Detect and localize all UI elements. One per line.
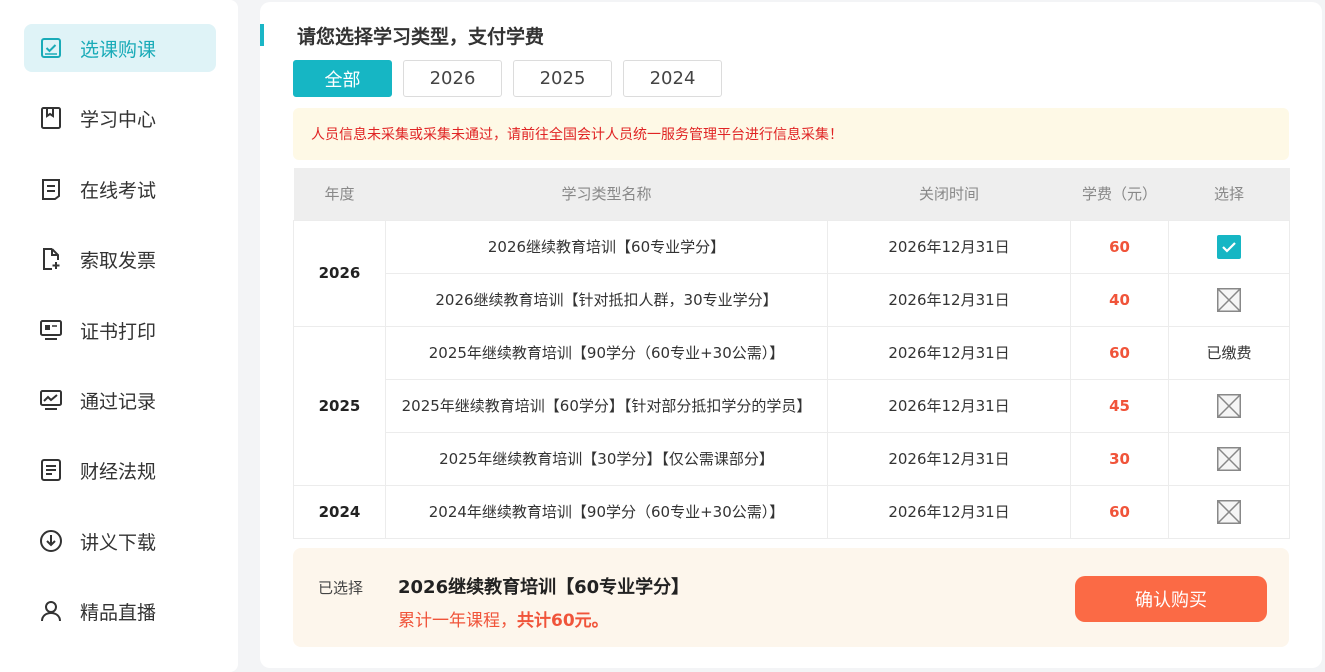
- fee-cell: 60: [1070, 325, 1169, 380]
- sidebar-item-label: 证书打印: [80, 320, 157, 343]
- sidebar-item-regulations[interactable]: 财经法规: [24, 446, 216, 494]
- table-row: 2025年继续教育培训【30学分】【仅公需课部分】 2026年12月31日 30: [294, 431, 1290, 486]
- disabled-checkbox-icon: [1217, 393, 1241, 418]
- title-accent-bar: [260, 24, 264, 46]
- year-cell: 2025: [293, 325, 386, 486]
- course-name-cell: 2025年继续教育培训【60学分】【针对部分抵扣学分的学员】: [385, 378, 828, 433]
- sidebar-item-label: 在线考试: [80, 179, 157, 202]
- table-row: 2026继续教育培训【针对抵扣人群，30专业学分】 2026年12月31日 40: [294, 272, 1290, 327]
- document-icon: [38, 457, 64, 483]
- sidebar: 选课购课 学习中心 在线考试 索取发票 证书打印 通过记录 财经法规 讲义下载 …: [0, 0, 238, 672]
- fee-cell: 40: [1070, 272, 1169, 327]
- sidebar-item-live[interactable]: 精品直播: [24, 587, 216, 635]
- header-fee: 学费（元）: [1070, 168, 1169, 220]
- header-close-time: 关闭时间: [827, 168, 1071, 220]
- disabled-checkbox-icon: [1217, 287, 1241, 312]
- course-name-cell: 2024年继续教育培训【90学分（60专业+30公需）】: [385, 484, 828, 539]
- year-cell: 2024: [293, 484, 386, 539]
- main-panel: 请您选择学习类型，支付学费 全部 2026 2025 2024 人员信息未采集或…: [260, 2, 1322, 668]
- sidebar-item-label: 讲义下载: [80, 531, 157, 554]
- fee-cell: 60: [1070, 484, 1169, 539]
- disabled-checkbox-icon: [1217, 499, 1241, 524]
- checkbox-icon: [38, 35, 64, 61]
- tab-2026[interactable]: 2026: [403, 60, 502, 97]
- disabled-checkbox-icon: [1217, 446, 1241, 471]
- close-time-cell: 2026年12月31日: [827, 272, 1071, 327]
- fee-cell: 60: [1070, 219, 1169, 274]
- table-row: 2024 2024年继续教育培训【90学分（60专业+30公需）】 2026年1…: [293, 484, 1290, 539]
- select-cell: [1168, 484, 1290, 539]
- tab-2024[interactable]: 2024: [623, 60, 722, 97]
- sidebar-item-label: 选课购课: [80, 38, 157, 61]
- sidebar-item-label: 通过记录: [80, 390, 157, 413]
- sidebar-item-handout-download[interactable]: 讲义下载: [24, 517, 216, 565]
- sidebar-item-invoice[interactable]: 索取发票: [24, 235, 216, 283]
- close-time-cell: 2026年12月31日: [827, 484, 1071, 539]
- sidebar-item-label: 财经法规: [80, 460, 157, 483]
- certificate-icon: [38, 317, 64, 343]
- course-name-cell: 2026继续教育培训【60专业学分】: [385, 219, 828, 274]
- user-icon: [38, 598, 64, 624]
- fee-cell: 30: [1070, 431, 1169, 486]
- table-row: 2026 2026继续教育培训【60专业学分】 2026年12月31日 60: [293, 219, 1290, 327]
- download-icon: [38, 528, 64, 554]
- total-price: 累计一年课程，共计60元。: [398, 606, 609, 631]
- info-collection-notice: 人员信息未采集或采集未通过，请前往全国会计人员统一服务管理平台进行信息采集！: [293, 108, 1289, 160]
- selection-summary: 已选择 2026继续教育培训【60专业学分】 累计一年课程，共计60元。 确认购…: [293, 548, 1289, 647]
- page-title: 请您选择学习类型，支付学费: [297, 26, 545, 48]
- selected-label: 已选择: [318, 579, 364, 597]
- total-prefix: 累计一年课程，: [398, 611, 517, 631]
- paid-status: 已缴费: [1168, 325, 1290, 380]
- course-name-cell: 2026继续教育培训【针对抵扣人群，30专业学分】: [385, 272, 828, 327]
- sidebar-item-certificate[interactable]: 证书打印: [24, 306, 216, 354]
- header-course-name: 学习类型名称: [385, 168, 828, 220]
- course-name-cell: 2025年继续教育培训【30学分】【仅公需课部分】: [385, 431, 828, 486]
- close-time-cell: 2026年12月31日: [827, 378, 1071, 433]
- table-row: 2025年继续教育培训【60学分】【针对部分抵扣学分的学员】 2026年12月3…: [294, 378, 1290, 433]
- sidebar-item-study-center[interactable]: 学习中心: [24, 94, 216, 142]
- tab-2025[interactable]: 2025: [513, 60, 612, 97]
- select-cell: [1168, 219, 1290, 274]
- confirm-purchase-button[interactable]: 确认购买: [1075, 576, 1267, 622]
- header-select: 选择: [1168, 168, 1290, 220]
- sidebar-item-label: 索取发票: [80, 249, 157, 272]
- sidebar-item-online-exam[interactable]: 在线考试: [24, 165, 216, 213]
- select-cell: [1168, 272, 1290, 327]
- tab-all[interactable]: 全部: [293, 60, 392, 97]
- chart-icon: [38, 387, 64, 413]
- checked-checkbox-icon[interactable]: [1217, 234, 1241, 259]
- course-name-cell: 2025年继续教育培训【90学分（60专业+30公需）】: [385, 325, 828, 380]
- year-cell: 2026: [293, 219, 386, 327]
- fee-cell: 45: [1070, 378, 1169, 433]
- select-cell: [1168, 378, 1290, 433]
- table-row: 2025 2025年继续教育培训【90学分（60专业+30公需）】 2026年1…: [293, 325, 1290, 486]
- sidebar-item-course-select[interactable]: 选课购课: [24, 24, 216, 72]
- close-time-cell: 2026年12月31日: [827, 431, 1071, 486]
- course-table: 年度 学习类型名称 关闭时间 学费（元） 选择 2026 2026继续教育培训【…: [293, 168, 1290, 539]
- close-time-cell: 2026年12月31日: [827, 219, 1071, 274]
- exam-icon: [38, 176, 64, 202]
- sidebar-item-pass-record[interactable]: 通过记录: [24, 376, 216, 424]
- year-tabs: 全部 2026 2025 2024: [293, 60, 733, 97]
- sidebar-item-label: 精品直播: [80, 601, 157, 624]
- header-year: 年度: [293, 168, 386, 220]
- select-cell: [1168, 431, 1290, 486]
- sidebar-item-label: 学习中心: [80, 108, 157, 131]
- close-time-cell: 2026年12月31日: [827, 325, 1071, 380]
- total-amount: 共计60元。: [517, 611, 609, 631]
- table-header-row: 年度 学习类型名称 关闭时间 学费（元） 选择: [293, 168, 1290, 220]
- invoice-icon: [38, 246, 64, 272]
- selected-course-name: 2026继续教育培训【60专业学分】: [398, 577, 690, 598]
- bookmark-icon: [38, 105, 64, 131]
